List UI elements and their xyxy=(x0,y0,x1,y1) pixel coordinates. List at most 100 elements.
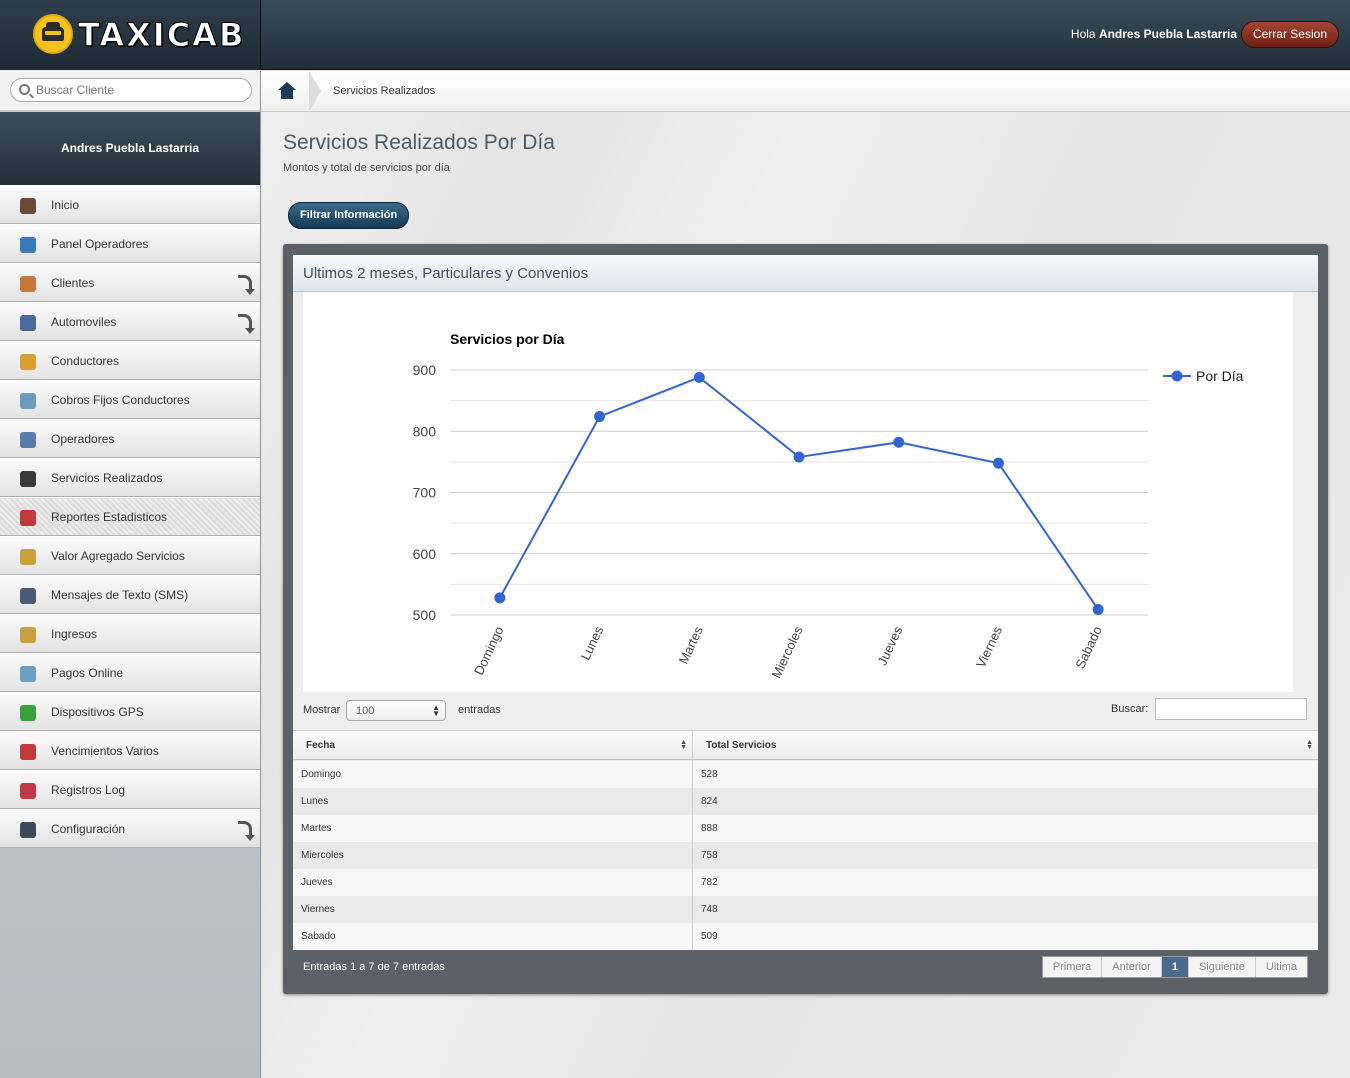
greeting: Hola Andres Puebla Lastarria xyxy=(1071,27,1237,41)
entries-label: entradas xyxy=(458,704,501,716)
sidebar-item-money[interactable]: Ingresos xyxy=(0,614,260,653)
cell-fecha: Sabado xyxy=(301,931,336,942)
sidebar-item-payment[interactable]: Pagos Online xyxy=(0,653,260,692)
table-body: Domingo 528 Lunes 824 Martes 888 Miercoles 758 J… xyxy=(293,761,1318,950)
sort-icon: ▲ ▼ xyxy=(680,739,687,751)
y-tick-label: 700 xyxy=(413,485,437,501)
table-search-label: Buscar: xyxy=(1111,703,1149,715)
sidebar-item-label: Panel Operadores xyxy=(51,237,149,251)
main-content: Servicios Realizados Por Día Montos y to… xyxy=(261,112,1350,1078)
sidebar-item-users[interactable]: Clientes xyxy=(0,263,260,302)
sidebar-item-driver[interactable]: Conductores xyxy=(0,341,260,380)
x-tick-label: Domingo xyxy=(471,624,507,677)
sort-icon: ▲ ▼ xyxy=(1306,739,1313,751)
sidebar-item-calendar[interactable]: Vencimientos Varios xyxy=(0,731,260,770)
cell-fecha: Jueves xyxy=(301,877,333,888)
sidebar-item-car[interactable]: Automoviles xyxy=(0,302,260,341)
sidebar-item-road[interactable]: Servicios Realizados xyxy=(0,458,260,497)
column-header-total[interactable]: Total Servicios ▲ ▼ xyxy=(692,731,1318,761)
sidebar-item-label: Automoviles xyxy=(51,315,117,329)
settings-icon xyxy=(20,822,36,838)
client-search-input[interactable] xyxy=(36,82,246,98)
cell-fecha: Domingo xyxy=(301,769,342,780)
data-point xyxy=(594,411,606,423)
sidebar-item-label: Conductores xyxy=(51,354,120,368)
table-row: Sabado 509 xyxy=(293,923,1318,950)
breadcrumb: Servicios Realizados xyxy=(261,71,1350,112)
sidebar-item-log[interactable]: Registros Log xyxy=(0,770,260,809)
cell-fecha: Martes xyxy=(301,823,332,834)
sidebar-item-label: Clientes xyxy=(51,276,95,290)
y-tick-label: 900 xyxy=(413,362,437,378)
data-point xyxy=(693,371,705,383)
cell-total: 509 xyxy=(692,923,726,950)
sidebar-item-label: Inicio xyxy=(51,198,80,212)
pager-next-button[interactable]: Siguiente xyxy=(1189,957,1256,977)
table-search-input[interactable] xyxy=(1155,698,1307,720)
sidebar-item-label: Reportes Estadisticos xyxy=(51,510,168,524)
sidebar-item-ledger[interactable]: Cobros Fijos Conductores xyxy=(0,380,260,419)
operator-icon xyxy=(20,432,36,448)
sidebar-item-monitor[interactable]: Panel Operadores xyxy=(0,224,260,263)
ledger-icon xyxy=(20,393,36,409)
page-title: Servicios Realizados Por Día xyxy=(283,131,555,154)
x-tick-label: Lunes xyxy=(578,623,607,662)
sidebar-item-label: Cobros Fijos Conductores xyxy=(51,393,190,407)
money-icon xyxy=(20,627,36,643)
monitor-icon xyxy=(20,237,36,253)
data-point xyxy=(793,451,805,463)
cell-total: 528 xyxy=(692,761,726,788)
pager-page-1[interactable]: 1 xyxy=(1161,957,1189,977)
pager-last-button[interactable]: Ultima xyxy=(1256,957,1307,977)
y-tick-label: 600 xyxy=(413,546,437,562)
data-point xyxy=(893,436,905,448)
home-icon[interactable] xyxy=(278,82,296,100)
submenu-arrow-icon xyxy=(238,275,255,295)
taxi-logo-icon xyxy=(33,14,73,54)
select-arrows-icon: ▲ ▼ xyxy=(432,703,440,718)
x-tick-label: Martes xyxy=(676,623,707,666)
sidebar-item-label: Dispositivos GPS xyxy=(51,705,144,719)
table-controls: Mostrar 100 ▲ ▼ entradas Buscar: xyxy=(293,692,1318,729)
sidebar-item-label: Ingresos xyxy=(51,627,98,641)
sidebar-item-settings[interactable]: Configuración xyxy=(0,809,260,848)
filter-info-button[interactable]: Filtrar Información xyxy=(288,202,410,229)
driver-icon xyxy=(20,354,36,370)
chart-title: Servicios por Día xyxy=(450,331,565,347)
show-label: Mostrar xyxy=(303,704,341,716)
x-tick-label: Jueves xyxy=(874,623,905,667)
table-info: Entradas 1 a 7 de 7 entradas xyxy=(303,961,445,973)
phone-icon xyxy=(20,588,36,604)
data-point xyxy=(494,592,506,604)
log-icon xyxy=(20,783,36,799)
sidebar-item-label: Mensajes de Texto (SMS) xyxy=(51,588,189,602)
pager-prev-button[interactable]: Anterior xyxy=(1102,957,1162,977)
client-search-box[interactable] xyxy=(10,78,252,102)
gps-icon xyxy=(20,705,36,721)
submenu-arrow-icon xyxy=(238,821,255,841)
pager-first-button[interactable]: Primera xyxy=(1043,957,1103,977)
sidebar-item-speedometer[interactable]: Inicio xyxy=(0,185,260,224)
sidebar-item-operator[interactable]: Operadores xyxy=(0,419,260,458)
sidebar-item-bar-chart[interactable]: Reportes Estadisticos xyxy=(0,497,260,536)
greeting-prefix: Hola xyxy=(1070,27,1096,41)
page-size-select[interactable]: 100 ▲ ▼ xyxy=(346,700,446,721)
panel-footer: Entradas 1 a 7 de 7 entradas Primera Ant… xyxy=(293,950,1318,985)
cell-total: 748 xyxy=(692,896,726,923)
sidebar: Andres Puebla Lastarria Inicio Panel Oper… xyxy=(0,71,261,1078)
column-header-fecha[interactable]: Fecha ▲ ▼ xyxy=(293,731,692,761)
sidebar-item-gps[interactable]: Dispositivos GPS xyxy=(0,692,260,731)
page-size-value: 100 xyxy=(356,705,375,717)
column-header-fecha-label: Fecha xyxy=(306,740,335,751)
logo-text[interactable]: TAXICAB xyxy=(77,16,245,55)
payment-icon xyxy=(20,666,36,682)
sidebar-item-coins[interactable]: Valor Agregado Servicios xyxy=(0,536,260,575)
breadcrumb-current[interactable]: Servicios Realizados xyxy=(333,85,435,97)
table-row: Jueves 782 xyxy=(293,869,1318,896)
sidebar-item-phone[interactable]: Mensajes de Texto (SMS) xyxy=(0,575,260,614)
cell-total: 824 xyxy=(692,788,726,815)
sidebar-item-label: Operadores xyxy=(51,432,115,446)
logout-button[interactable]: Cerrar Sesion xyxy=(1240,21,1339,48)
table-row: Domingo 528 xyxy=(293,761,1318,788)
sidebar-item-label: Valor Agregado Servicios xyxy=(51,549,185,563)
